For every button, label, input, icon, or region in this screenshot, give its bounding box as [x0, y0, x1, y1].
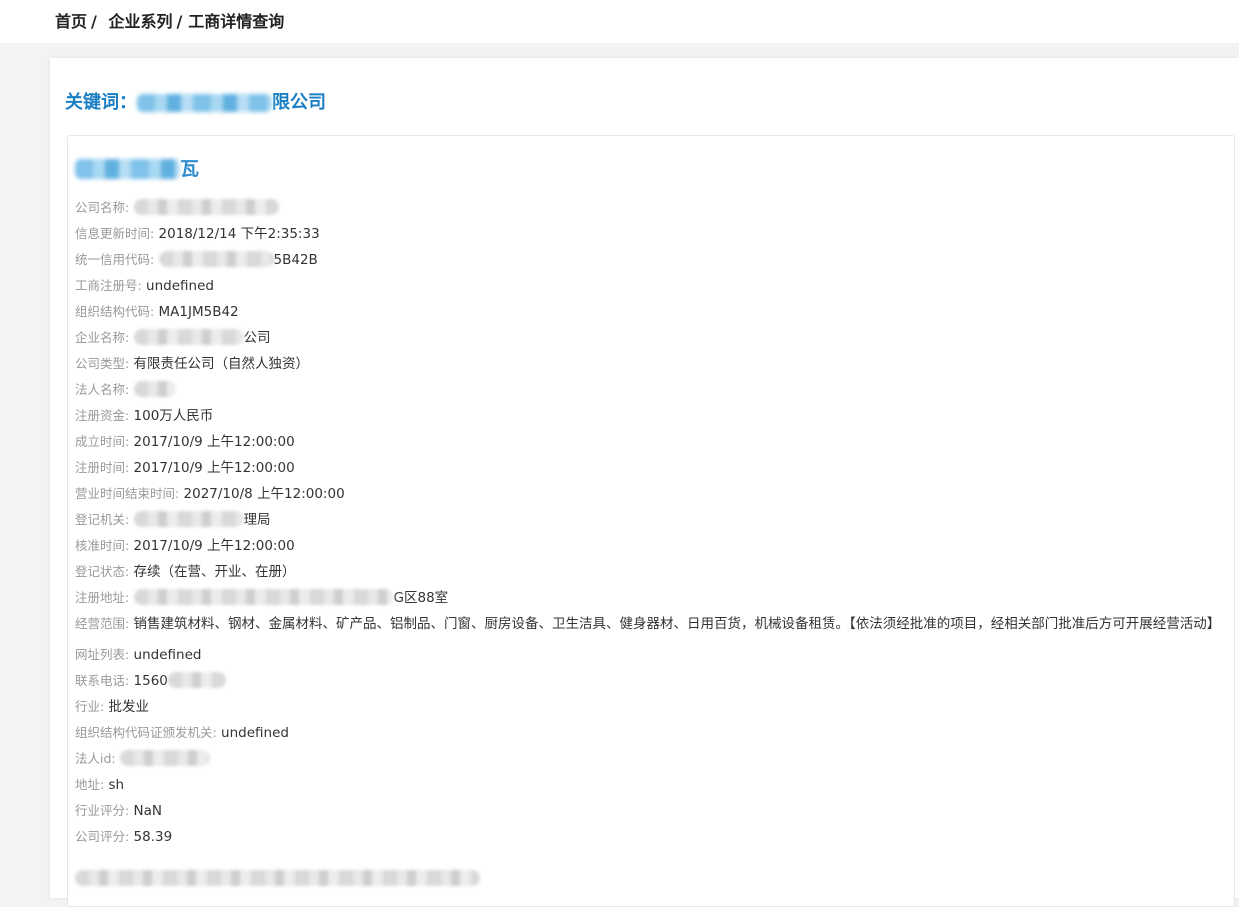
field-row: 公司名称: — [75, 195, 1225, 221]
company-info-panel: 瓦 公司名称: 信息更新时间: 2018/12/14 下午2:35:33 统一信… — [67, 135, 1235, 907]
field-label: 组织结构代码证颁发机关: — [75, 725, 217, 740]
field-value: 2027/10/8 上午12:00:00 — [183, 486, 345, 502]
field-value: undefined — [221, 725, 289, 741]
breadcrumb-home[interactable]: 首页 — [55, 12, 87, 31]
field-value: NaN — [133, 803, 162, 819]
field-row: 登记状态: 存续（在营、开业、在册） — [75, 559, 1225, 585]
field-value: 理局 — [243, 512, 271, 528]
field-value: 58.39 — [133, 829, 173, 845]
field-row: 注册时间: 2017/10/9 上午12:00:00 — [75, 455, 1225, 481]
field-row: 信息更新时间: 2018/12/14 下午2:35:33 — [75, 221, 1225, 247]
field-label: 联系电话: — [75, 673, 130, 688]
field-value: undefined — [146, 278, 214, 294]
field-label: 行业评分: — [75, 803, 130, 818]
field-value: G区88室 — [393, 590, 449, 606]
field-row: 注册资金: 100万人民币 — [75, 403, 1225, 429]
field-label: 工商注册号: — [75, 278, 142, 293]
field-label: 网址列表: — [75, 647, 130, 662]
field-row: 注册地址: G区88室 — [75, 585, 1225, 611]
field-row: 公司评分: 58.39 — [75, 824, 1225, 850]
breadcrumb-current-page: 工商详情查询 — [188, 12, 285, 31]
keyword-heading: 关键词： 限公司 — [65, 88, 326, 114]
field-label: 登记状态: — [75, 564, 130, 579]
redacted-keyword — [137, 94, 272, 112]
field-row: 公司类型: 有限责任公司（自然人独资） — [75, 351, 1225, 377]
field-row: 工商注册号: undefined — [75, 273, 1225, 299]
breadcrumb-separator: / — [91, 12, 97, 31]
field-row: 法人id: — [75, 746, 1225, 772]
field-value: MA1JM5B42 — [158, 304, 239, 320]
field-value: 批发业 — [108, 699, 150, 715]
field-value: 销售建筑材料、钢材、金属材料、矿产品、铝制品、门窗、厨房设备、卫生洁具、健身器材… — [133, 616, 1221, 632]
field-label: 地址: — [75, 777, 105, 792]
field-value: 2017/10/9 上午12:00:00 — [133, 434, 295, 450]
field-label: 核准时间: — [75, 538, 130, 553]
field-value: 2018/12/14 下午2:35:33 — [158, 226, 320, 242]
redacted-value — [133, 589, 394, 605]
redacted-value — [167, 672, 226, 688]
field-row: 营业时间结束时间: 2027/10/8 上午12:00:00 — [75, 481, 1225, 507]
breadcrumb: 首页 / 企业系列 / 工商详情查询 — [55, 8, 284, 32]
redacted-value — [133, 381, 176, 397]
field-list: 公司名称: 信息更新时间: 2018/12/14 下午2:35:33 统一信用代… — [75, 195, 1225, 850]
field-label: 信息更新时间: — [75, 226, 155, 241]
field-label: 企业名称: — [75, 330, 130, 345]
company-title-suffix: 瓦 — [180, 158, 200, 180]
redacted-value — [133, 511, 244, 527]
field-label: 公司类型: — [75, 356, 130, 371]
keyword-value: 限公司 — [272, 92, 326, 113]
field-row: 网址列表: undefined — [75, 642, 1225, 668]
field-value: 存续（在营、开业、在册） — [133, 564, 296, 580]
field-row: 登记机关: 理局 — [75, 507, 1225, 533]
field-value: sh — [108, 777, 125, 793]
field-value: 5B42B — [273, 252, 318, 268]
field-label: 行业: — [75, 699, 105, 714]
field-row: 统一信用代码: 5B42B — [75, 247, 1225, 273]
field-value: 有限责任公司（自然人独资） — [133, 356, 310, 372]
field-row: 组织结构代码证颁发机关: undefined — [75, 720, 1225, 746]
redacted-company-title — [75, 159, 180, 179]
field-row: 行业评分: NaN — [75, 798, 1225, 824]
field-label: 法人id: — [75, 751, 116, 766]
field-label: 公司评分: — [75, 829, 130, 844]
company-title: 瓦 — [75, 154, 199, 181]
field-label: 统一信用代码: — [75, 252, 155, 267]
field-label: 经营范围: — [75, 616, 130, 631]
field-label: 注册时间: — [75, 460, 130, 475]
field-label: 登记机关: — [75, 512, 130, 527]
field-row: 核准时间: 2017/10/9 上午12:00:00 — [75, 533, 1225, 559]
detail-card: 关键词： 限公司 瓦 公司名称: 信息更新时间: 2018/12/14 下午2:3… — [50, 58, 1239, 907]
field-row: 经营范围: 销售建筑材料、钢材、金属材料、矿产品、铝制品、门窗、厨房设备、卫生洁… — [75, 611, 1225, 642]
breadcrumb-section[interactable]: 企业系列 — [108, 12, 172, 31]
redacted-footer-line — [75, 870, 480, 886]
field-label: 组织结构代码: — [75, 304, 155, 319]
field-value: undefined — [133, 647, 202, 663]
top-bar: 首页 / 企业系列 / 工商详情查询 — [0, 0, 1239, 43]
field-label: 营业时间结束时间: — [75, 486, 180, 501]
field-row: 组织结构代码: MA1JM5B42 — [75, 299, 1225, 325]
field-value: 2017/10/9 上午12:00:00 — [133, 460, 295, 476]
field-row: 地址: sh — [75, 772, 1225, 798]
field-label: 法人名称: — [75, 382, 130, 397]
field-row: 联系电话: 1560 — [75, 668, 1225, 694]
field-value: 100万人民币 — [133, 408, 214, 424]
field-row: 企业名称: 公司 — [75, 325, 1225, 351]
field-row: 行业: 批发业 — [75, 694, 1225, 720]
field-row: 法人名称: — [75, 377, 1225, 403]
redacted-value — [133, 199, 279, 215]
field-label: 成立时间: — [75, 434, 130, 449]
redacted-value — [119, 750, 210, 766]
field-value: 2017/10/9 上午12:00:00 — [133, 538, 295, 554]
redacted-value — [158, 251, 274, 267]
field-value: 1560 — [133, 673, 168, 689]
field-label: 注册资金: — [75, 408, 130, 423]
keyword-label: 关键词： — [65, 92, 137, 113]
breadcrumb-separator: / — [176, 12, 183, 31]
field-row: 成立时间: 2017/10/9 上午12:00:00 — [75, 429, 1225, 455]
field-value: 公司 — [243, 330, 271, 346]
redacted-value — [133, 329, 244, 345]
field-label: 注册地址: — [75, 590, 130, 605]
field-label: 公司名称: — [75, 200, 130, 215]
